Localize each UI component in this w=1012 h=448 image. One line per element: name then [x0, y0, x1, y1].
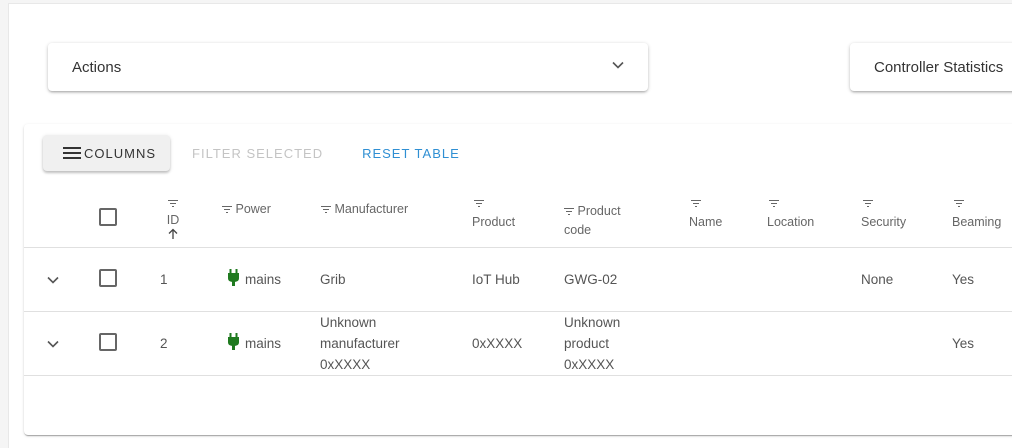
column-header-beaming-label: Beaming	[952, 215, 1002, 229]
arrow-up-icon[interactable]	[158, 228, 188, 240]
cell-beaming: Yes	[952, 272, 975, 287]
cell-manufacturer-line: Unknown	[320, 315, 377, 330]
filter-icon[interactable]	[769, 200, 779, 208]
row-checkbox[interactable]	[99, 333, 117, 351]
chevron-down-icon[interactable]	[46, 339, 60, 349]
nodes-table: COLUMNS FILTER SELECTED RESET TABLE ID P…	[24, 124, 1012, 435]
menu-icon	[63, 147, 81, 159]
table-row[interactable]: 2 mains Unknown manufacturer 0xXXXX 0xXX…	[24, 312, 1012, 376]
columns-button[interactable]: COLUMNS	[43, 135, 171, 171]
cell-manufacturer-line: manufacturer	[320, 336, 400, 351]
column-header-product-label: Product	[472, 215, 516, 229]
cell-manufacturer: Grib	[320, 269, 346, 290]
column-header-security-label: Security	[861, 215, 907, 229]
cell-security: None	[861, 272, 894, 287]
columns-button-label: COLUMNS	[84, 145, 157, 161]
cell-product-code: GWG-02	[564, 269, 617, 290]
column-header-manufacturer-label: Manufacturer	[334, 202, 409, 216]
column-header-name[interactable]: Name	[689, 196, 722, 229]
column-header-location[interactable]: Location	[767, 196, 814, 229]
filter-icon[interactable]	[564, 208, 574, 216]
column-header-product-code-label-1: Product	[577, 204, 621, 218]
chevron-down-icon[interactable]	[46, 275, 60, 285]
filter-icon[interactable]	[691, 200, 701, 208]
cell-id: 2	[160, 336, 168, 351]
column-header-power-label: Power	[235, 202, 271, 216]
cell-product: 0xXXXX	[472, 336, 523, 351]
filter-icon[interactable]	[954, 200, 964, 208]
table-row[interactable]: 1 mains Grib IoT Hub GWG-02 None Yes	[24, 248, 1012, 312]
table-toolbar: COLUMNS FILTER SELECTED RESET TABLE	[43, 135, 460, 171]
cell-manufacturer: Unknown manufacturer 0xXXXX	[320, 312, 400, 375]
controller-statistics-title: Controller Statistics	[874, 58, 1004, 76]
cell-product-code-line: GWG-02	[564, 272, 618, 287]
row-checkbox[interactable]	[99, 269, 117, 287]
cell-power: mains	[227, 269, 281, 290]
cell-power-label: mains	[245, 336, 282, 351]
cell-power-label: mains	[245, 272, 282, 287]
actions-panel[interactable]: Actions	[48, 43, 648, 91]
filter-icon[interactable]	[168, 200, 178, 208]
controller-statistics-panel[interactable]: Controller Statistics	[850, 43, 1012, 91]
column-header-product[interactable]: Product	[472, 196, 515, 229]
filter-icon[interactable]	[474, 200, 484, 208]
plug-icon	[227, 269, 240, 286]
cell-power: mains	[227, 333, 281, 354]
cell-manufacturer-line: Grib	[320, 272, 346, 287]
cell-product-code-line: Unknown	[564, 315, 621, 330]
cell-product-code-line: 0xXXXX	[564, 357, 615, 372]
column-header-product-code[interactable]: Product code	[564, 202, 621, 240]
cell-id: 1	[160, 272, 168, 287]
table-header-row: ID Power Manufacturer Product Product co…	[24, 196, 1012, 248]
chevron-down-icon[interactable]	[612, 61, 624, 73]
column-header-power[interactable]: Power	[222, 202, 271, 216]
filter-icon[interactable]	[321, 206, 331, 214]
cell-product-code-line: product	[564, 336, 610, 351]
filter-icon[interactable]	[863, 200, 873, 208]
column-header-beaming[interactable]: Beaming	[952, 196, 1001, 229]
column-header-name-label: Name	[689, 215, 723, 229]
column-header-id[interactable]: ID	[158, 196, 188, 240]
column-header-id-label: ID	[166, 213, 180, 227]
filter-icon[interactable]	[222, 206, 232, 214]
reset-table-button[interactable]: RESET TABLE	[362, 146, 460, 161]
filter-selected-button[interactable]: FILTER SELECTED	[192, 146, 323, 161]
column-header-product-code-label-2: code	[564, 223, 592, 237]
cell-product-code: Unknown product 0xXXXX	[564, 312, 620, 375]
actions-panel-title: Actions	[72, 58, 122, 76]
column-header-security[interactable]: Security	[861, 196, 906, 229]
select-all-checkbox[interactable]	[99, 208, 117, 226]
column-header-location-label: Location	[767, 215, 815, 229]
plug-icon	[227, 333, 240, 350]
cell-product: IoT Hub	[472, 272, 520, 287]
column-header-manufacturer[interactable]: Manufacturer	[321, 202, 408, 216]
cell-manufacturer-line: 0xXXXX	[320, 357, 371, 372]
cell-beaming: Yes	[952, 336, 975, 351]
